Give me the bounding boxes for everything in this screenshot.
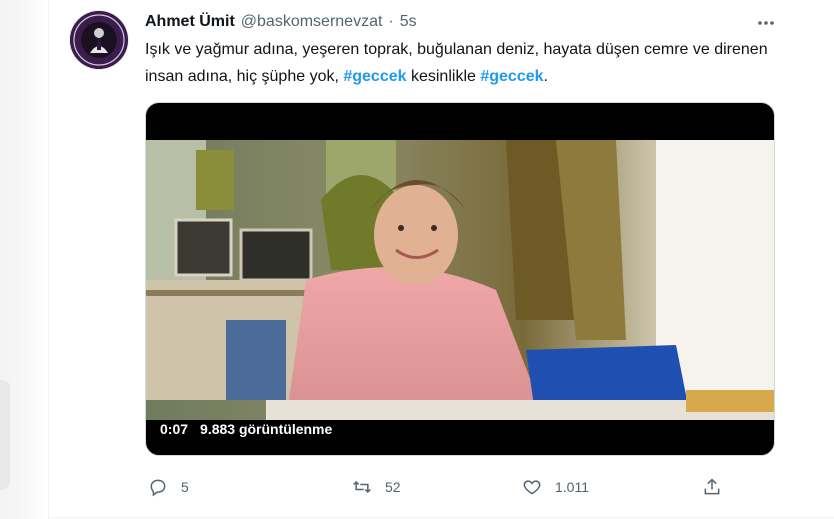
like-button[interactable]: 1.011 (515, 470, 589, 504)
reply-button[interactable]: 5 (141, 470, 189, 504)
avatar-badge-icon (70, 11, 128, 69)
reply-icon (141, 470, 175, 504)
divider (49, 517, 834, 518)
tweet-actions: 5 52 1.011 (141, 470, 781, 504)
share-button[interactable] (695, 470, 729, 504)
more-button[interactable] (751, 10, 781, 36)
hashtag-link[interactable]: #geccek (480, 68, 543, 85)
separator-dot: · (388, 13, 394, 30)
tweet-text: Işık ve yağmur adına, yeşeren toprak, bu… (145, 36, 785, 90)
side-shape (0, 380, 10, 490)
tweet-card[interactable]: Ahmet Ümit @baskomsernevzat · 5s Işık ve… (48, 0, 834, 519)
left-background-strip (0, 0, 48, 519)
author-handle[interactable]: @baskomsernevzat (241, 13, 383, 31)
video-frame (146, 140, 774, 420)
retweet-button[interactable]: 52 (345, 470, 401, 504)
tweet-header: Ahmet Ümit @baskomsernevzat · 5s (145, 11, 417, 33)
hashtag-link[interactable]: #geccek (343, 68, 406, 85)
tweet-time[interactable]: 5s (400, 13, 417, 31)
video-overlay: 0:07 9.883 görüntülenme (152, 415, 343, 443)
retweet-count: 52 (385, 479, 401, 495)
tweet-text-part: . (543, 68, 548, 85)
tweet-text-part: kesinlikle (406, 68, 481, 85)
heart-icon (515, 470, 549, 504)
video-player[interactable]: 0:07 9.883 görüntülenme (145, 102, 775, 456)
retweet-icon (345, 470, 379, 504)
share-icon (695, 470, 729, 504)
reply-count: 5 (181, 479, 189, 495)
video-duration: 0:07 (160, 421, 189, 437)
avatar[interactable] (70, 11, 128, 69)
video-view-count: 9.883 görüntülenme (200, 421, 333, 437)
author-name[interactable]: Ahmet Ümit (145, 13, 235, 31)
more-icon (758, 21, 774, 25)
like-count: 1.011 (555, 479, 589, 495)
